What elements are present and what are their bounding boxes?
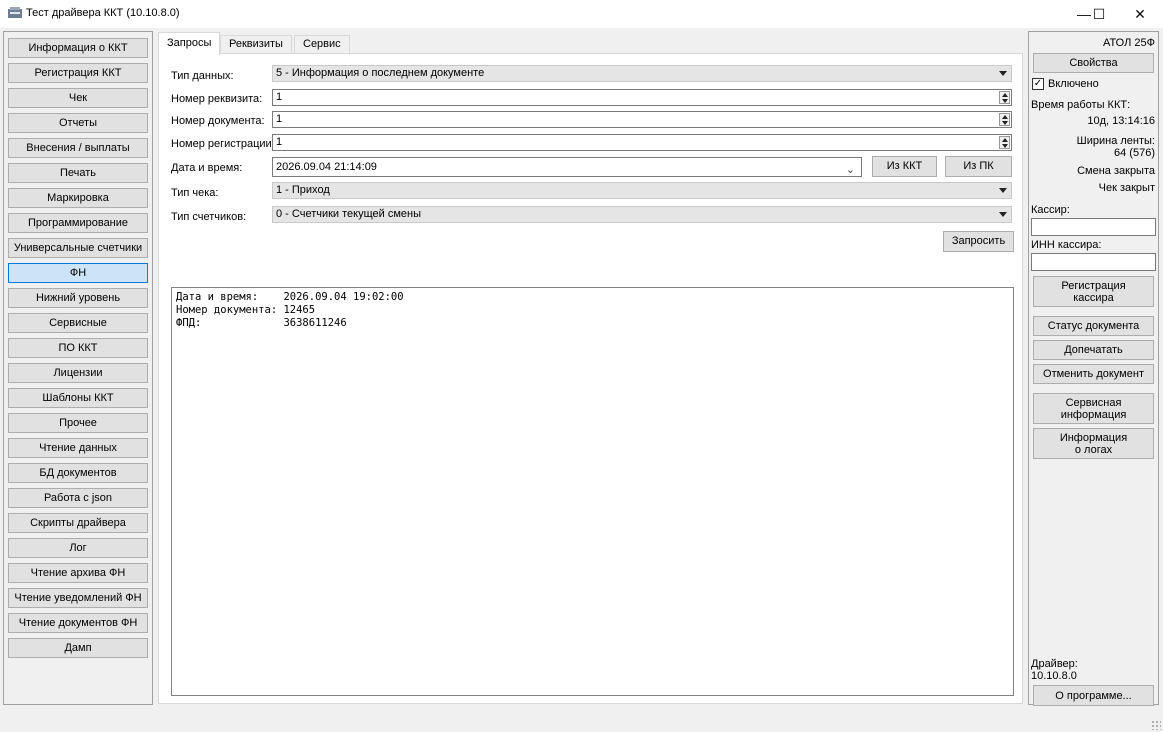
spin-buttons-icon[interactable] <box>999 113 1010 126</box>
nav-button[interactable]: Нижний уровень <box>8 288 148 308</box>
chevron-down-icon[interactable]: ⌄ <box>846 161 855 179</box>
nav-button[interactable]: Отчеты <box>8 113 148 133</box>
data-type-value: 5 - Информация о последнем документе <box>276 67 485 79</box>
uptime-label: Время работы ККТ: <box>1031 99 1131 111</box>
document-number-value: 1 <box>276 113 283 125</box>
cashier-input[interactable] <box>1031 218 1156 236</box>
spin-buttons-icon[interactable] <box>999 136 1010 149</box>
device-panel: АТОЛ 25Ф Свойства ✓ Включено Время работ… <box>1028 31 1159 706</box>
dropdown-arrow-icon <box>999 188 1007 193</box>
cashier-inn-label: ИНН кассира: <box>1031 239 1102 251</box>
request-button[interactable]: Запросить <box>943 231 1014 252</box>
nav-button[interactable]: Регистрация ККТ <box>8 63 148 83</box>
nav-button[interactable]: Чтение архива ФН <box>8 563 148 583</box>
app-icon <box>8 7 22 18</box>
spin-buttons-icon[interactable] <box>999 91 1010 104</box>
enabled-label: Включено <box>1048 78 1099 90</box>
nav-button[interactable]: Работа с json <box>8 488 148 508</box>
tab-requests[interactable]: Запросы <box>158 32 221 55</box>
datetime-picker[interactable]: 2026.09.04 21:14:09 ⌄ <box>272 157 862 177</box>
nav-button[interactable]: Универсальные счетчики <box>8 238 148 258</box>
receipt-type-select[interactable]: 1 - Приход <box>272 182 1012 199</box>
requests-tab-page: Тип данных: 5 - Информация о последнем д… <box>158 53 1023 704</box>
counters-type-label: Тип счетчиков: <box>171 211 247 223</box>
document-number-label: Номер документа: <box>171 115 265 127</box>
nav-button[interactable]: Прочее <box>8 413 148 433</box>
document-status-button[interactable]: Статус документа <box>1033 316 1154 336</box>
tab-requisites[interactable]: Реквизиты <box>220 35 292 54</box>
cashier-inn-input[interactable] <box>1031 253 1156 271</box>
nav-button[interactable]: Скрипты драйвера <box>8 513 148 533</box>
receipt-type-label: Тип чека: <box>171 187 219 199</box>
shift-status: Смена закрыта <box>1077 165 1155 177</box>
maximize-button[interactable]: ☐ <box>1076 0 1122 28</box>
nav-button[interactable]: Информация о ККТ <box>8 38 148 58</box>
nav-button[interactable]: Чек <box>8 88 148 108</box>
dropdown-arrow-icon <box>999 212 1007 217</box>
output-line: ФПД: 3638611246 <box>176 317 347 329</box>
receipt-type-value: 1 - Приход <box>276 184 330 196</box>
nav-button[interactable]: Шаблоны ККТ <box>8 388 148 408</box>
requisite-number-input[interactable]: 1 <box>272 89 1012 106</box>
nav-button[interactable]: Лицензии <box>8 363 148 383</box>
cashier-label: Кассир: <box>1031 204 1070 216</box>
requisite-number-value: 1 <box>276 91 283 103</box>
main-panel: Запросы Реквизиты Сервис Тип данных: 5 -… <box>156 31 1025 705</box>
nav-button[interactable]: ФН <box>8 263 148 283</box>
registration-number-value: 1 <box>276 136 283 148</box>
left-navigation: Информация о ККТ Регистрация ККТ Чек Отчеты… <box>3 31 153 705</box>
resize-grip-icon[interactable] <box>1151 720 1161 730</box>
tab-service[interactable]: Сервис <box>294 35 350 54</box>
uptime-value: 10д, 13:14:16 <box>1087 115 1155 127</box>
nav-button[interactable]: Чтение уведомлений ФН <box>8 588 148 608</box>
data-type-label: Тип данных: <box>171 70 234 82</box>
counters-type-select[interactable]: 0 - Счетчики текущей смены <box>272 206 1012 223</box>
title-bar: Тест драйвера ККТ (10.10.8.0) — ☐ ✕ <box>0 0 1163 28</box>
service-info-button[interactable]: Сервисная информация <box>1033 393 1154 424</box>
cancel-document-button[interactable]: Отменить документ <box>1033 364 1154 384</box>
logs-info-button[interactable]: Информация о логах <box>1033 428 1154 459</box>
register-cashier-button[interactable]: Регистрация кассира <box>1033 276 1154 307</box>
data-type-select[interactable]: 5 - Информация о последнем документе <box>272 65 1012 82</box>
nav-button[interactable]: Чтение документов ФН <box>8 613 148 633</box>
output-line: Номер документа: 12465 <box>176 304 316 316</box>
driver-version: 10.10.8.0 <box>1031 670 1077 682</box>
nav-button[interactable]: Печать <box>8 163 148 183</box>
requisite-number-label: Номер реквизита: <box>171 93 263 105</box>
nav-button[interactable]: Дамп <box>8 638 148 658</box>
properties-button[interactable]: Свойства <box>1033 53 1154 73</box>
output-textarea[interactable]: Дата и время: 2026.09.04 19:02:00 Номер … <box>171 287 1014 696</box>
from-kkt-button[interactable]: Из ККТ <box>872 156 937 177</box>
nav-button[interactable]: Сервисные <box>8 313 148 333</box>
nav-button[interactable]: ПО ККТ <box>8 338 148 358</box>
about-button[interactable]: О программе... <box>1033 685 1154 706</box>
enabled-checkbox[interactable]: ✓ <box>1032 78 1044 90</box>
nav-button[interactable]: БД документов <box>8 463 148 483</box>
reprint-button[interactable]: Допечатать <box>1033 340 1154 360</box>
counters-type-value: 0 - Счетчики текущей смены <box>276 208 421 220</box>
nav-button[interactable]: Маркировка <box>8 188 148 208</box>
dropdown-arrow-icon <box>999 71 1007 76</box>
driver-label: Драйвер: <box>1031 658 1078 670</box>
close-button[interactable]: ✕ <box>1117 0 1163 28</box>
document-number-input[interactable]: 1 <box>272 111 1012 128</box>
nav-button[interactable]: Чтение данных <box>8 438 148 458</box>
registration-number-input[interactable]: 1 <box>272 134 1012 151</box>
tape-width-label: Ширина ленты: <box>1076 135 1155 147</box>
datetime-value: 2026.09.04 21:14:09 <box>276 161 377 173</box>
registration-number-label: Номер регистрации: <box>171 138 275 150</box>
nav-button[interactable]: Лог <box>8 538 148 558</box>
window-title: Тест драйвера ККТ (10.10.8.0) <box>26 7 180 19</box>
device-model: АТОЛ 25Ф <box>1102 37 1155 49</box>
from-pc-button[interactable]: Из ПК <box>945 156 1012 177</box>
receipt-status: Чек закрыт <box>1098 182 1155 194</box>
nav-button[interactable]: Внесения / выплаты <box>8 138 148 158</box>
datetime-label: Дата и время: <box>171 162 243 174</box>
tape-width-value: 64 (576) <box>1114 147 1155 159</box>
output-line: Дата и время: 2026.09.04 19:02:00 <box>176 291 404 303</box>
nav-button[interactable]: Программирование <box>8 213 148 233</box>
